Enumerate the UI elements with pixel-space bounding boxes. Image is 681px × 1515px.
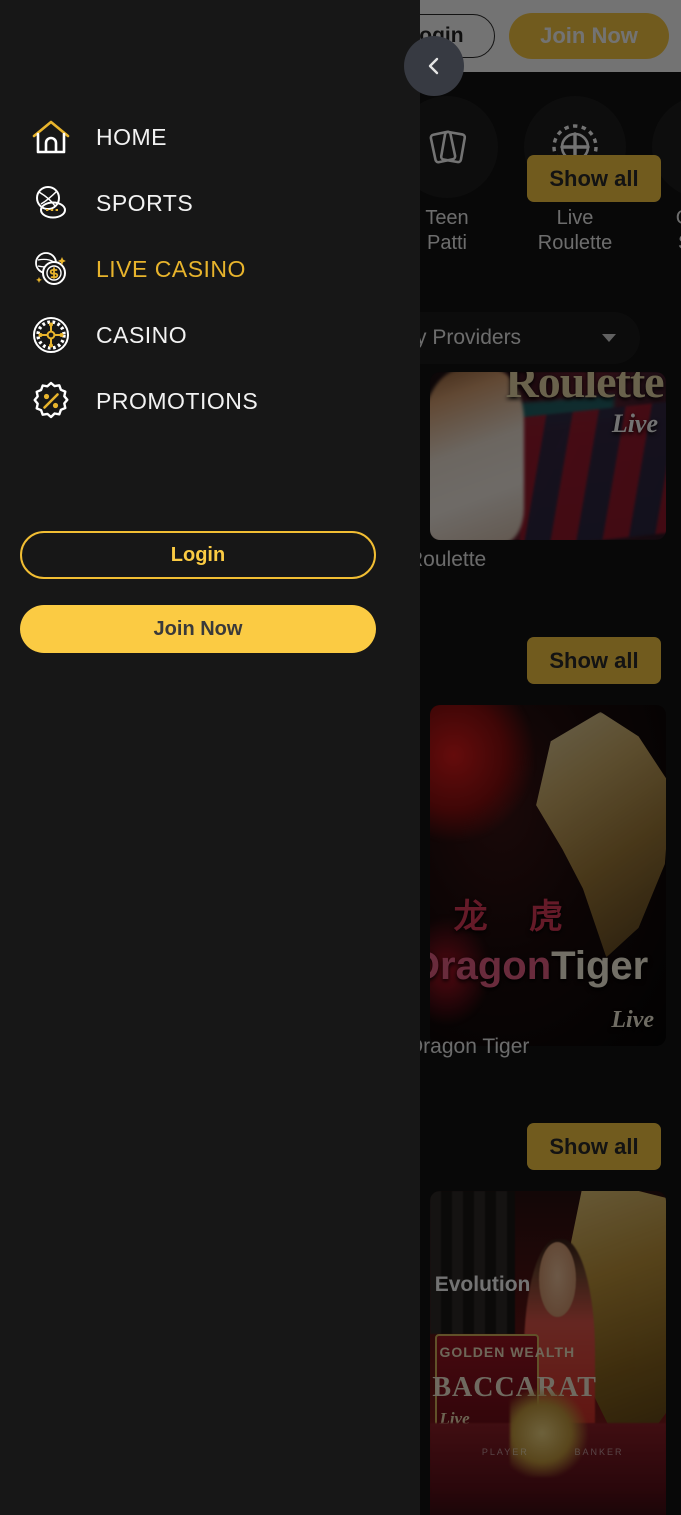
sidebar-item-promotions[interactable]: PROMOTIONS <box>0 368 420 434</box>
casino-roulette-icon <box>28 312 74 358</box>
promotions-icon <box>28 378 74 424</box>
sidebar-nav: HOME SPORTS LIVE CASINO CASINO PROMOTION… <box>0 104 420 434</box>
sidebar-item-casino[interactable]: CASINO <box>0 302 420 368</box>
sidebar-item-live-casino[interactable]: LIVE CASINO <box>0 236 420 302</box>
sidebar-actions: Login Join Now <box>20 531 376 653</box>
sidebar-item-sports[interactable]: SPORTS <box>0 170 420 236</box>
chevron-left-icon <box>428 57 439 75</box>
sidebar-item-label: CASINO <box>96 321 188 348</box>
sidebar-item-label: LIVE CASINO <box>96 255 246 282</box>
app-root: Login Join Now Teen Patti <box>0 0 681 1515</box>
sidebar-item-label: PROMOTIONS <box>96 387 259 414</box>
sidebar-join-now-button[interactable]: Join Now <box>20 605 376 653</box>
sidebar-item-home[interactable]: HOME <box>0 104 420 170</box>
sidebar-login-button[interactable]: Login <box>20 531 376 579</box>
live-casino-icon <box>28 246 74 292</box>
sidebar-item-label: HOME <box>96 123 167 150</box>
navigation-drawer: HOME SPORTS LIVE CASINO CASINO PROMOTION… <box>0 0 420 1515</box>
drawer-close-back-button[interactable] <box>404 36 464 96</box>
home-icon <box>28 114 74 160</box>
sports-icon <box>28 180 74 226</box>
sidebar-item-label: SPORTS <box>96 189 194 216</box>
